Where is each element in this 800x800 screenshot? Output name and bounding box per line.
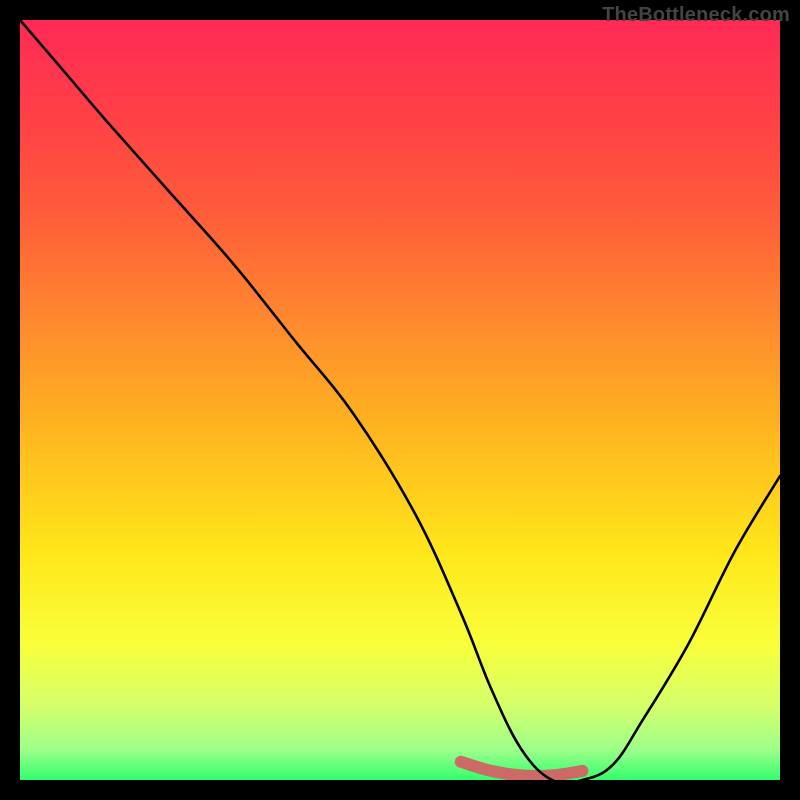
plot-area <box>20 20 780 780</box>
chart-frame: TheBottleneck.com <box>0 0 800 800</box>
